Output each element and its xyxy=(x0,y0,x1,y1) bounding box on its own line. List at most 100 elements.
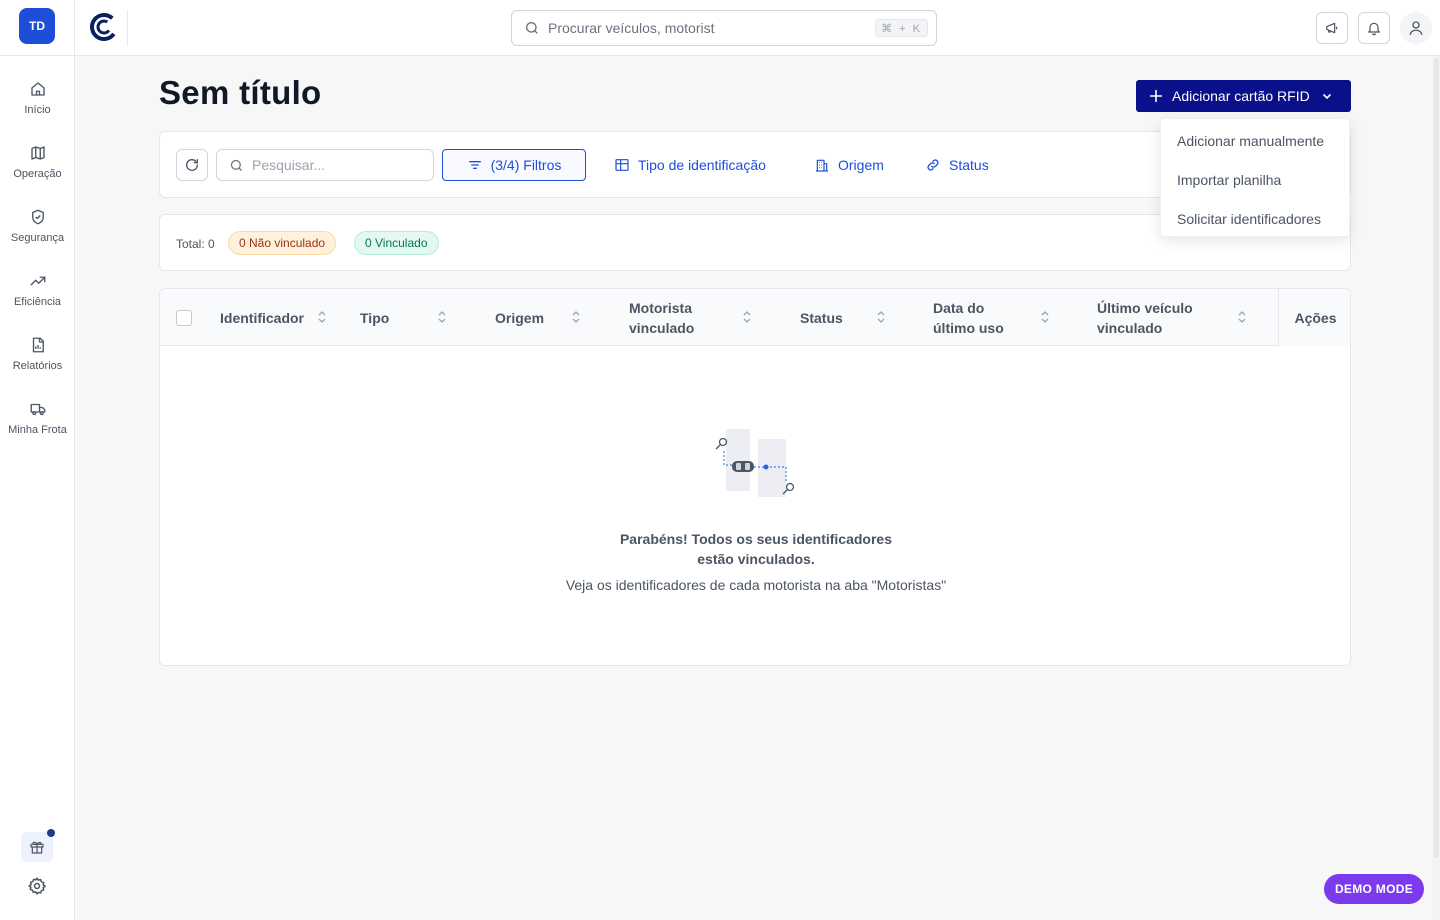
column-label: vinculado xyxy=(629,319,695,336)
megaphone-icon xyxy=(1326,22,1338,34)
column-header-identifier[interactable]: Identificador xyxy=(220,289,304,346)
sidebar-item-relatorios[interactable]: Relatórios xyxy=(0,326,75,390)
user-menu-button[interactable] xyxy=(1400,12,1432,44)
sidebar-item-operacao[interactable]: Operação xyxy=(0,134,75,198)
sidebar-item-minha-frota[interactable]: Minha Frota xyxy=(0,390,75,454)
column-header-last-vehicle[interactable]: Último veículo vinculado xyxy=(1097,289,1193,346)
map-icon xyxy=(30,146,45,160)
table-search[interactable] xyxy=(216,149,434,181)
plus-icon xyxy=(1150,90,1162,102)
column-header-type[interactable]: Tipo xyxy=(360,289,389,346)
table-search-input[interactable] xyxy=(252,157,422,173)
search-icon xyxy=(526,22,538,34)
workspace-avatar[interactable]: TD xyxy=(19,8,55,44)
sidebar-item-label: Segurança xyxy=(10,232,65,244)
sidebar-item-seguranca[interactable]: Segurança xyxy=(0,198,75,262)
sort-icon[interactable] xyxy=(317,310,327,324)
announcements-button[interactable] xyxy=(1316,12,1348,44)
add-rfid-card-label: Adicionar cartão RFID xyxy=(1172,88,1310,104)
sidebar-divider xyxy=(0,55,75,56)
sort-icon[interactable] xyxy=(1237,310,1247,324)
file-report-icon xyxy=(32,337,44,353)
chevron-down-icon xyxy=(1322,93,1331,100)
sort-icon[interactable] xyxy=(571,310,581,324)
gift-icon xyxy=(30,841,44,854)
sort-icon[interactable] xyxy=(1040,310,1050,324)
sort-icon[interactable] xyxy=(742,310,752,324)
origin-filter-label: Origem xyxy=(838,157,884,173)
truck-icon xyxy=(30,403,45,416)
column-label: último uso xyxy=(933,319,1004,336)
linked-badge[interactable]: 0 Vinculado xyxy=(354,231,439,255)
column-header-linked-driver[interactable]: Motorista vinculado xyxy=(629,289,694,346)
column-header-last-use-date[interactable]: Data do último uso xyxy=(933,289,1004,346)
empty-state-title: Parabéns! Todos os seus identificadores … xyxy=(160,529,1350,569)
identifiers-table: Identificador Tipo Origem Motorista vinc… xyxy=(159,288,1351,666)
column-label: Data do xyxy=(933,299,985,316)
column-header-origin[interactable]: Origem xyxy=(495,289,544,346)
column-header-actions: Ações xyxy=(1278,289,1350,346)
id-type-filter-label: Tipo de identificação xyxy=(638,157,766,173)
notification-dot xyxy=(47,829,55,837)
origin-filter[interactable]: Origem xyxy=(814,149,884,181)
home-icon xyxy=(30,82,45,96)
page-title: Sem título xyxy=(159,74,322,111)
menu-item-add-manually[interactable]: Adicionar manualmente xyxy=(1161,121,1349,160)
demo-mode-badge[interactable]: DEMO MODE xyxy=(1324,874,1424,904)
column-label: Motorista xyxy=(629,299,692,316)
building-icon xyxy=(816,159,828,172)
link-icon xyxy=(927,159,939,171)
sort-icon[interactable] xyxy=(876,310,886,324)
menu-item-request-identifiers[interactable]: Solicitar identificadores xyxy=(1161,199,1349,238)
empty-state-illustration xyxy=(715,429,795,497)
shortcut-hint: ⌘ + K xyxy=(875,19,928,37)
total-count: Total: 0 xyxy=(176,237,215,251)
status-filter[interactable]: Status xyxy=(925,149,989,181)
id-type-filter[interactable]: Tipo de identificação xyxy=(614,149,766,181)
sidebar-item-eficiencia[interactable]: Eficiência xyxy=(0,262,75,326)
empty-state-title-line: Parabéns! Todos os seus identificadores xyxy=(619,531,893,547)
gift-button[interactable] xyxy=(21,829,55,862)
refresh-button[interactable] xyxy=(176,149,208,181)
column-label: Último veículo xyxy=(1097,299,1193,316)
sidebar-nav: Início Operação Segurança Eficiência Rel… xyxy=(0,70,75,454)
top-bar: ⌘ + K xyxy=(75,0,1440,56)
filters-button[interactable]: (3/4) Filtros xyxy=(442,149,586,181)
add-rfid-card-button[interactable]: Adicionar cartão RFID xyxy=(1136,80,1351,112)
brand-logo-icon[interactable] xyxy=(90,13,118,41)
status-filter-label: Status xyxy=(949,157,989,173)
filter-lines-icon xyxy=(468,161,481,169)
sidebar-item-inicio[interactable]: Início xyxy=(0,70,75,134)
sidebar-item-label: Operação xyxy=(13,168,62,180)
search-icon xyxy=(230,159,242,171)
refresh-icon xyxy=(186,159,198,171)
select-all-checkbox[interactable] xyxy=(176,310,192,326)
filters-button-label: (3/4) Filtros xyxy=(490,157,562,173)
sidebar: TD Início Operação Segurança Eficiência … xyxy=(0,0,75,920)
shield-check-icon xyxy=(31,209,44,225)
column-header-status[interactable]: Status xyxy=(800,289,843,346)
trending-up-icon xyxy=(30,276,45,286)
sidebar-item-label: Início xyxy=(24,104,51,116)
unlinked-badge[interactable]: 0 Não vinculado xyxy=(228,231,337,255)
sidebar-item-label: Relatórios xyxy=(12,360,63,372)
notifications-button[interactable] xyxy=(1358,12,1390,44)
table-header: Identificador Tipo Origem Motorista vinc… xyxy=(160,289,1350,346)
scrollbar-thumb[interactable] xyxy=(1434,58,1439,858)
sort-icon[interactable] xyxy=(437,310,447,324)
menu-item-import-spreadsheet[interactable]: Importar planilha xyxy=(1161,160,1349,199)
logo-divider xyxy=(127,10,128,46)
gear-icon[interactable] xyxy=(27,876,47,896)
sidebar-item-label: Eficiência xyxy=(13,296,62,308)
bell-icon xyxy=(1368,22,1380,36)
global-search[interactable]: ⌘ + K xyxy=(511,10,937,46)
column-label: Identificador xyxy=(220,309,305,326)
column-label: Status xyxy=(800,309,843,326)
table-grid-icon xyxy=(615,159,629,171)
global-search-input[interactable] xyxy=(548,20,868,36)
column-label: Tipo xyxy=(360,309,390,326)
empty-state-title-line: estão vinculados. xyxy=(697,551,815,567)
add-rfid-dropdown-menu: Adicionar manualmente Importar planilha … xyxy=(1160,118,1350,237)
column-label: vinculado xyxy=(1097,319,1163,336)
empty-state-subtitle: Veja os identificadores de cada motorist… xyxy=(565,577,947,593)
